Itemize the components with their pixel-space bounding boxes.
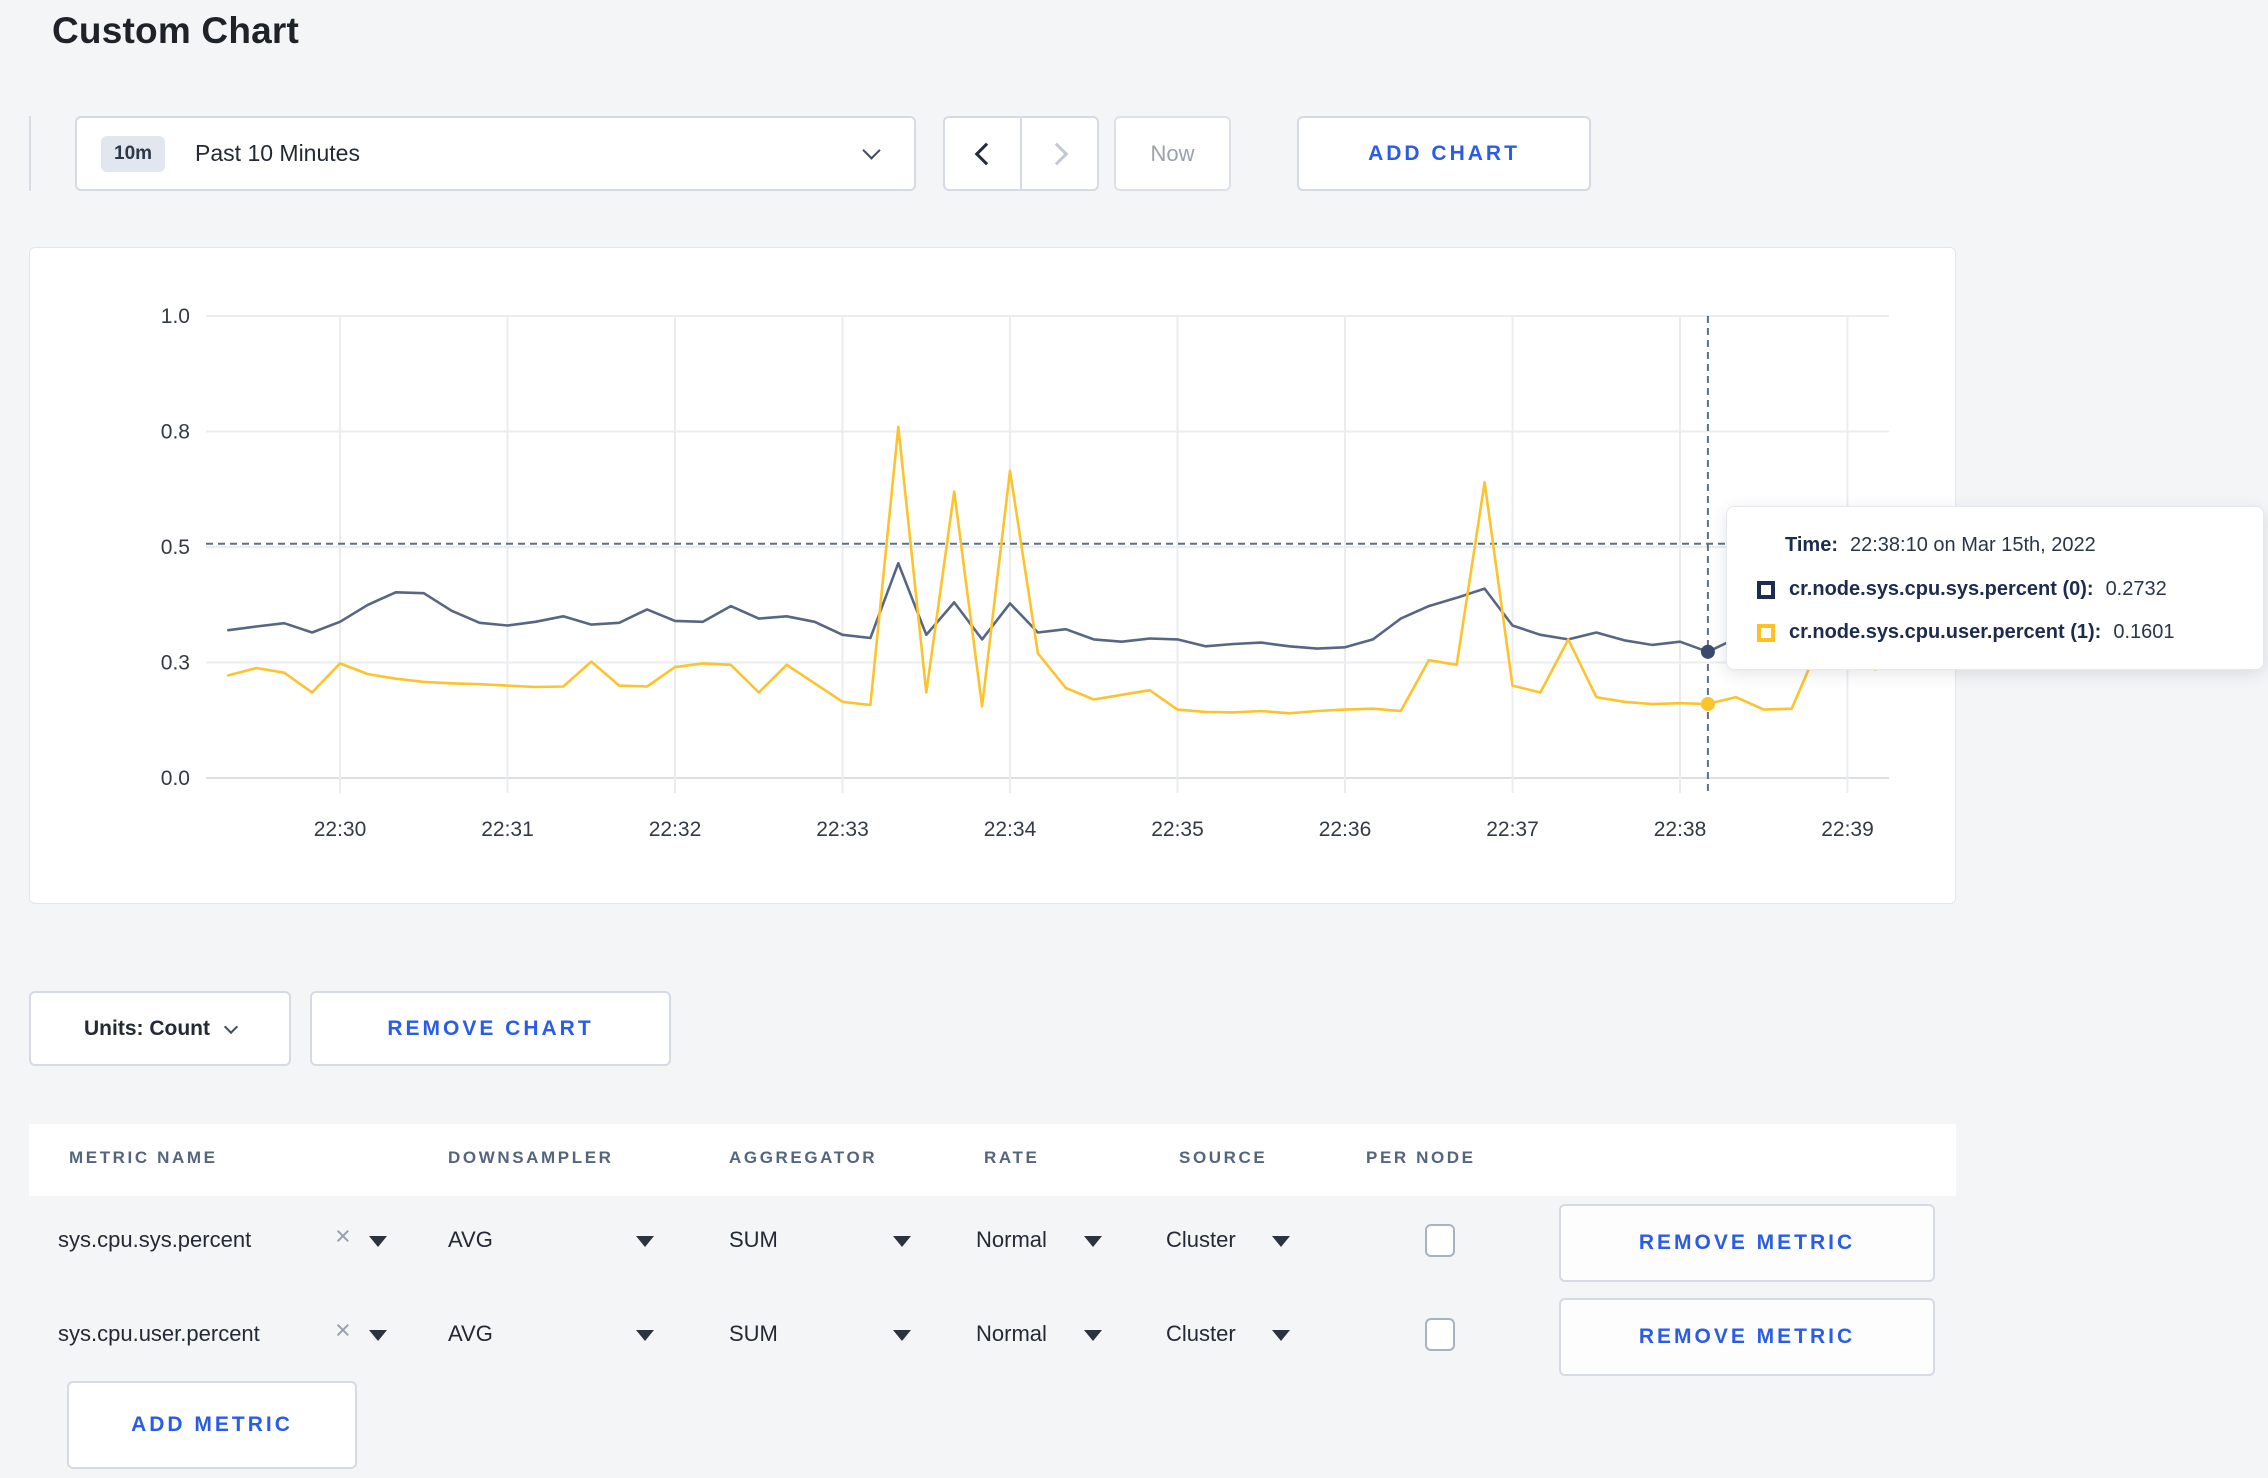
chevron-down-icon [862, 141, 881, 160]
metric-name-select[interactable]: sys.cpu.user.percent [58, 1321, 260, 1347]
tooltip-time-value: 22:38:10 on Mar 15th, 2022 [1849, 534, 2096, 556]
source-select[interactable]: Cluster [1166, 1227, 1236, 1253]
add-chart-button[interactable]: ADD CHART [1297, 116, 1591, 191]
chart-panel: 0.0 0.3 0.5 0.8 1.0 22:30 22:31 22:32 22:33 22:34… [29, 247, 1956, 904]
svg-text:0.5: 0.5 [161, 536, 190, 559]
downsampler-select[interactable]: AVG [448, 1321, 493, 1347]
svg-text:22:35: 22:35 [1151, 818, 1204, 841]
svg-text:22:37: 22:37 [1486, 818, 1539, 841]
tooltip-series-value: 0.1601 [2113, 621, 2175, 643]
dropdown-arrow-icon[interactable] [1272, 1330, 1290, 1341]
column-header-rate: RATE [984, 1148, 1040, 1167]
per-node-checkbox[interactable] [1425, 1224, 1455, 1257]
tooltip-series-label: cr.node.sys.cpu.user.percent (1): [1789, 621, 2102, 643]
metric-name-select[interactable]: sys.cpu.sys.percent [58, 1227, 251, 1253]
close-icon[interactable]: × [335, 1223, 351, 1250]
timescale-dropdown[interactable]: 10m Past 10 Minutes [75, 116, 916, 191]
remove-metric-button[interactable]: REMOVE METRIC [1559, 1298, 1935, 1376]
column-header-metric-name: METRIC NAME [69, 1148, 218, 1167]
metrics-table-header: METRIC NAME DOWNSAMPLER AGGREGATOR RATE … [29, 1124, 1956, 1196]
aggregator-select[interactable]: SUM [729, 1227, 778, 1253]
column-header-downsampler: DOWNSAMPLER [448, 1148, 614, 1167]
timescale-label: Past 10 Minutes [195, 140, 360, 166]
svg-text:22:34: 22:34 [984, 818, 1037, 841]
dropdown-arrow-icon[interactable] [636, 1330, 654, 1341]
dropdown-arrow-icon[interactable] [636, 1236, 654, 1247]
chart-tooltip: Time: 22:38:10 on Mar 15th, 2022 cr.node… [1726, 506, 2264, 670]
timescale-badge: 10m [101, 135, 166, 172]
metric-row: sys.cpu.user.percent × AVG SUM Normal Cl… [29, 1290, 1956, 1384]
chevron-down-icon [223, 1019, 239, 1034]
chevron-left-icon [974, 142, 997, 165]
tooltip-time-label: Time: [1785, 534, 1838, 556]
toolbar: 10m Past 10 Minutes Now ADD CHART [0, 116, 2268, 191]
tooltip-series-row: cr.node.sys.cpu.user.percent (1): 0.1601 [1727, 621, 2263, 644]
remove-chart-button[interactable]: REMOVE CHART [310, 991, 671, 1066]
dropdown-arrow-icon[interactable] [1084, 1330, 1102, 1341]
chart-actions-row: Units: Count REMOVE CHART [0, 991, 2268, 1066]
metric-row: sys.cpu.sys.percent × AVG SUM Normal Clu… [29, 1196, 1956, 1290]
metrics-table: METRIC NAME DOWNSAMPLER AGGREGATOR RATE … [29, 1124, 1956, 1478]
user-series-swatch-icon [1757, 623, 1775, 642]
dropdown-arrow-icon[interactable] [1084, 1236, 1102, 1247]
time-pager [943, 116, 1099, 191]
aggregator-select[interactable]: SUM [729, 1321, 778, 1347]
dropdown-arrow-icon[interactable] [893, 1330, 911, 1341]
rate-select[interactable]: Normal [976, 1321, 1047, 1347]
tooltip-series-label: cr.node.sys.cpu.sys.percent (0): [1789, 578, 2094, 600]
add-metric-button[interactable]: ADD METRIC [67, 1381, 357, 1469]
tooltip-series-value: 0.2732 [2105, 578, 2167, 600]
units-label: Units: Count [84, 1016, 210, 1040]
prev-time-button[interactable] [945, 118, 1020, 189]
units-dropdown[interactable]: Units: Count [29, 991, 291, 1066]
dropdown-arrow-icon[interactable] [1272, 1236, 1290, 1247]
page-title: Custom Chart [52, 10, 300, 51]
svg-text:22:39: 22:39 [1821, 818, 1874, 841]
svg-text:22:33: 22:33 [816, 818, 869, 841]
dropdown-arrow-icon[interactable] [369, 1330, 387, 1341]
sys-series-swatch-icon [1757, 580, 1775, 599]
source-select[interactable]: Cluster [1166, 1321, 1236, 1347]
svg-text:22:38: 22:38 [1654, 818, 1707, 841]
per-node-checkbox[interactable] [1425, 1318, 1455, 1351]
column-header-aggregator: AGGREGATOR [729, 1148, 878, 1167]
svg-text:1.0: 1.0 [161, 305, 190, 328]
rate-select[interactable]: Normal [976, 1227, 1047, 1253]
svg-text:22:31: 22:31 [481, 818, 534, 841]
dropdown-arrow-icon[interactable] [369, 1236, 387, 1247]
downsampler-select[interactable]: AVG [448, 1227, 493, 1253]
timeseries-chart[interactable]: 0.0 0.3 0.5 0.8 1.0 22:30 22:31 22:32 22:33 22:34… [30, 248, 1955, 903]
column-header-per-node: PER NODE [1366, 1148, 1476, 1167]
svg-text:22:32: 22:32 [649, 818, 702, 841]
dropdown-arrow-icon[interactable] [893, 1236, 911, 1247]
svg-text:22:30: 22:30 [314, 818, 367, 841]
remove-metric-button[interactable]: REMOVE METRIC [1559, 1204, 1935, 1282]
next-time-button[interactable] [1020, 118, 1097, 189]
custom-chart-page: Custom Chart 10m Past 10 Minutes Now ADD… [0, 0, 2268, 1478]
now-button[interactable]: Now [1114, 116, 1231, 191]
tooltip-series-row: cr.node.sys.cpu.sys.percent (0): 0.2732 [1727, 578, 2263, 601]
chevron-right-icon [1045, 142, 1068, 165]
toolbar-divider [29, 116, 31, 191]
svg-text:22:36: 22:36 [1319, 818, 1372, 841]
svg-text:0.8: 0.8 [161, 421, 190, 444]
close-icon[interactable]: × [335, 1317, 351, 1344]
column-header-source: SOURCE [1179, 1148, 1268, 1167]
svg-text:0.3: 0.3 [161, 652, 190, 675]
svg-text:0.0: 0.0 [161, 767, 190, 790]
